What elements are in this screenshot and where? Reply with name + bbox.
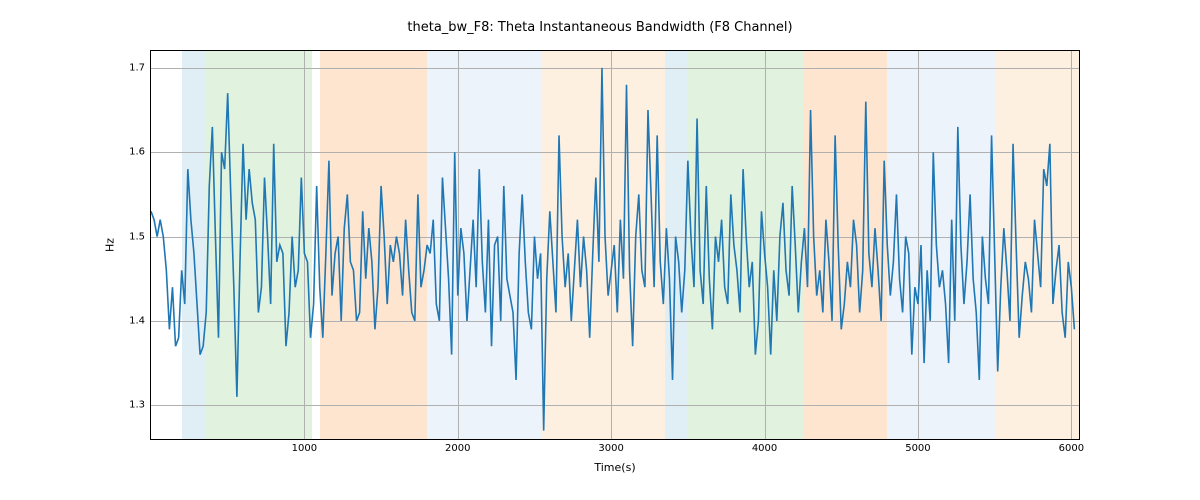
ytick-label: 1.4	[129, 315, 145, 326]
xtick-label: 2000	[445, 443, 470, 454]
x-axis-label: Time(s)	[151, 461, 1079, 474]
xtick-label: 6000	[1059, 443, 1084, 454]
xtick-label: 3000	[598, 443, 623, 454]
ytick-label: 1.5	[129, 231, 145, 242]
chart-title: theta_bw_F8: Theta Instantaneous Bandwid…	[0, 20, 1200, 35]
xtick-label: 4000	[752, 443, 777, 454]
line-plot	[151, 51, 1079, 439]
xtick-label: 5000	[905, 443, 930, 454]
figure: theta_bw_F8: Theta Instantaneous Bandwid…	[0, 0, 1200, 500]
ytick-label: 1.3	[129, 400, 145, 411]
series-line	[151, 68, 1074, 431]
axes: 100020003000400050006000 1.31.41.51.61.7…	[150, 50, 1080, 440]
ytick-label: 1.6	[129, 147, 145, 158]
ytick-label: 1.7	[129, 62, 145, 73]
y-axis-label: Hz	[104, 238, 117, 252]
plot-area	[151, 51, 1079, 439]
xtick-label: 1000	[292, 443, 317, 454]
